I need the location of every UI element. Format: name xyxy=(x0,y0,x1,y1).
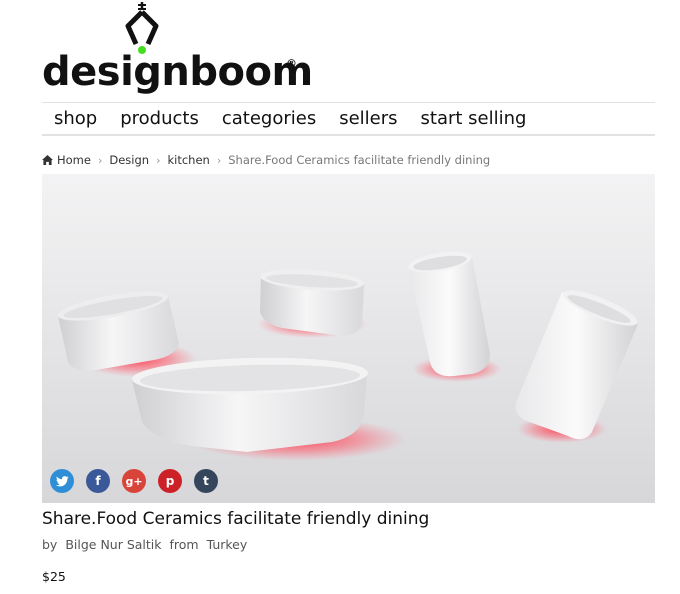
google-plus-share-button[interactable]: g+ xyxy=(122,469,146,493)
tumblr-share-button[interactable]: t xyxy=(194,469,218,493)
product-title[interactable]: Share.Food Ceramics facilitate friendly … xyxy=(42,509,429,529)
facebook-share-button[interactable]: f xyxy=(86,469,110,493)
ceramics-photo xyxy=(42,174,655,503)
breadcrumb-current: Share.Food Ceramics facilitate friendly … xyxy=(228,153,491,167)
chevron-right-icon: › xyxy=(216,153,222,167)
brand-name: designboom xyxy=(42,49,313,95)
from-label: from xyxy=(169,537,199,552)
main-nav: shop products categories sellers start s… xyxy=(42,102,655,136)
nav-start-selling[interactable]: start selling xyxy=(421,108,527,129)
nav-categories[interactable]: categories xyxy=(222,108,316,129)
breadcrumb-home[interactable]: Home xyxy=(57,153,91,167)
by-label: by xyxy=(42,537,58,552)
chevron-right-icon: › xyxy=(156,153,161,167)
product-byline: by Bilge Nur Saltik from Turkey xyxy=(42,537,251,552)
designboom-logo[interactable]: designboom ® xyxy=(42,2,313,97)
google-plus-icon: g+ xyxy=(125,474,143,488)
nav-shop[interactable]: shop xyxy=(54,108,97,129)
pinterest-icon: p xyxy=(165,474,175,488)
tumblr-icon: t xyxy=(203,474,209,488)
home-icon xyxy=(42,155,53,165)
seller-name[interactable]: Bilge Nur Saltik xyxy=(65,537,161,552)
registered-mark: ® xyxy=(286,57,297,70)
twitter-share-button[interactable] xyxy=(50,469,74,493)
nav-sellers[interactable]: sellers xyxy=(339,108,397,129)
facebook-icon: f xyxy=(95,474,101,488)
breadcrumb-design[interactable]: Design xyxy=(109,153,149,167)
social-share: f g+ p t xyxy=(50,469,230,493)
pinterest-share-button[interactable]: p xyxy=(158,469,182,493)
chevron-right-icon: › xyxy=(97,153,103,167)
breadcrumb: Home › Design › kitchen › Share.Food Cer… xyxy=(42,152,490,168)
twitter-icon xyxy=(55,475,68,486)
product-price: $25 xyxy=(42,569,66,584)
product-image[interactable] xyxy=(42,174,655,503)
breadcrumb-kitchen[interactable]: kitchen xyxy=(168,153,210,167)
seller-country[interactable]: Turkey xyxy=(207,537,248,552)
nav-products[interactable]: products xyxy=(120,108,199,129)
